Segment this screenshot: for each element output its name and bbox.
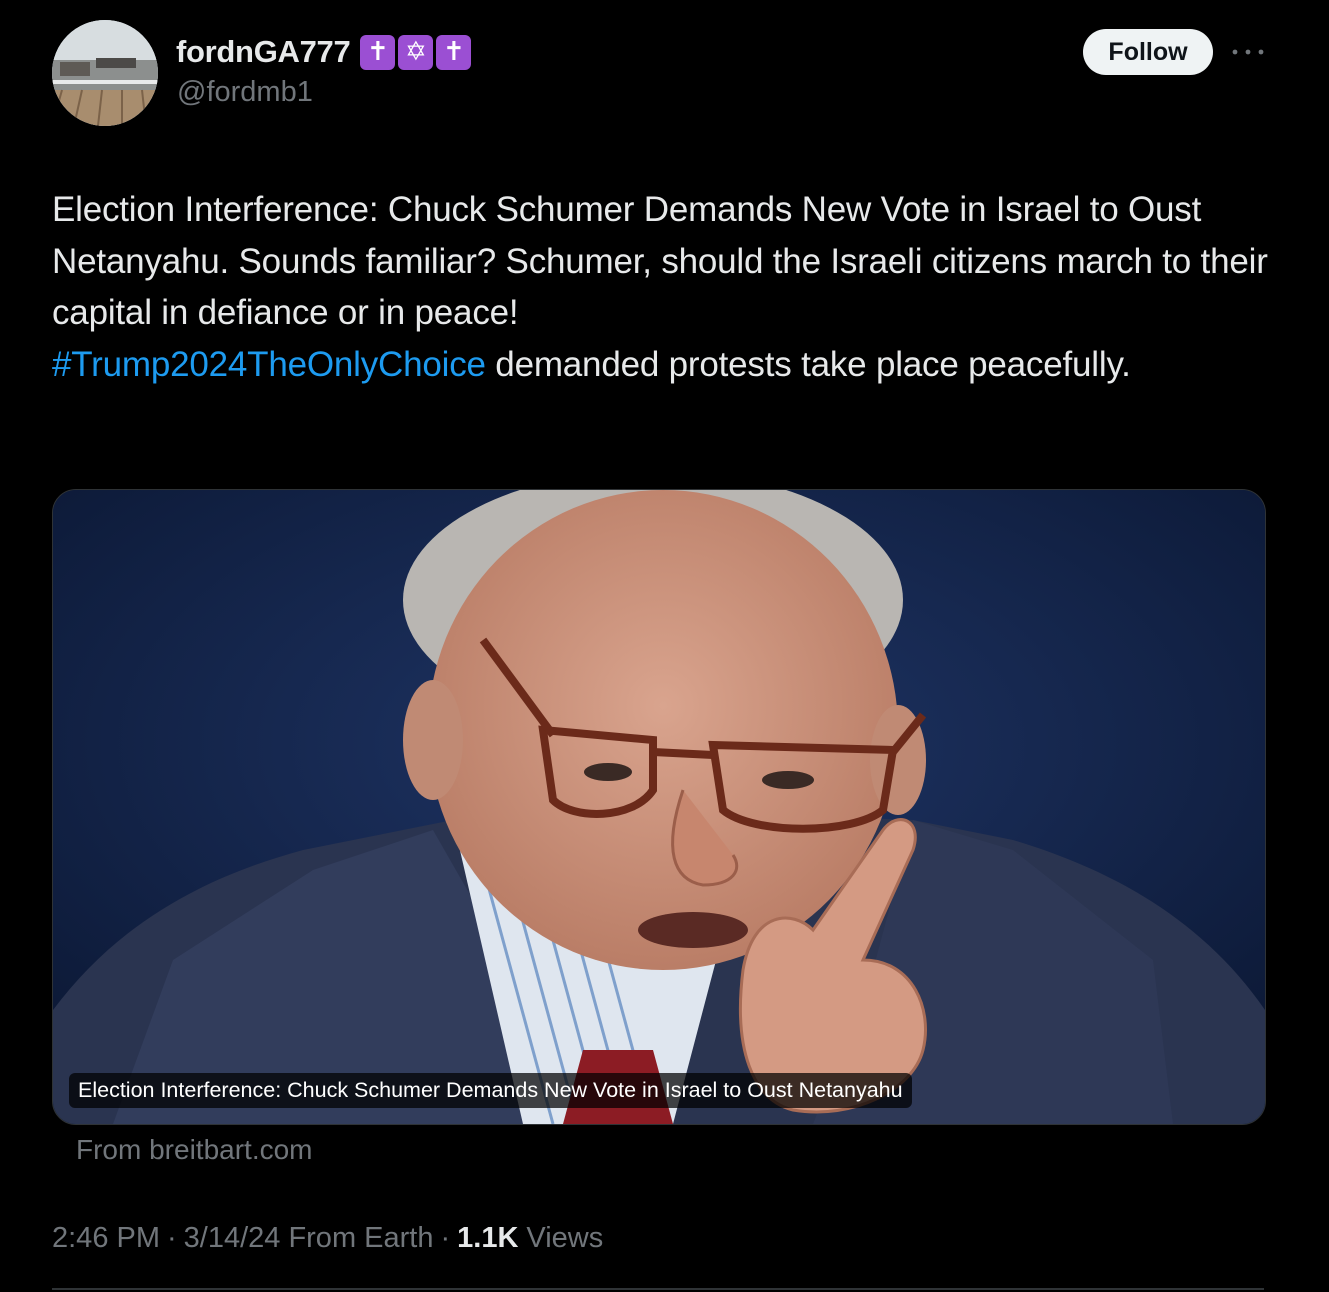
views-label: Views xyxy=(526,1222,604,1254)
meta-separator: · xyxy=(440,1222,451,1254)
views-count: 1.1K xyxy=(457,1222,519,1254)
meta-separator: · xyxy=(167,1222,177,1254)
link-card[interactable]: Election Interference: Chuck Schumer Dem… xyxy=(52,489,1266,1125)
card-caption: Election Interference: Chuck Schumer Dem… xyxy=(69,1073,912,1108)
card-source[interactable]: From breitbart.com xyxy=(76,1134,313,1166)
tweet-time[interactable]: 2:46 PM xyxy=(52,1222,160,1255)
card-photo xyxy=(53,490,1265,1124)
tweet-origin: From Earth xyxy=(288,1222,434,1254)
more-options-button[interactable] xyxy=(1228,38,1268,66)
boat-deck-photo-avatar xyxy=(52,20,158,126)
follow-button[interactable]: Follow xyxy=(1083,29,1213,75)
tweet-text-tail: demanded protests take place peacefully. xyxy=(485,344,1131,384)
display-name[interactable]: fordnGA777 xyxy=(176,34,351,70)
hashtag-link[interactable]: #Trump2024TheOnlyChoice xyxy=(52,345,486,384)
tweet-date[interactable]: 3/14/24 xyxy=(184,1222,281,1255)
ellipsis-horizontal-icon xyxy=(1232,49,1264,55)
tweet-text-body: Election Interference: Chuck Schumer Dem… xyxy=(52,190,1268,332)
author-name-row: fordnGA777 ✝ ✡ ✝ xyxy=(176,30,472,74)
divider xyxy=(52,1288,1264,1290)
tweet-meta: 2:46 PM · 3/14/24 From Earth · 1.1K View… xyxy=(52,1222,603,1255)
tweet-text: Election Interference: Chuck Schumer Dem… xyxy=(52,184,1282,390)
avatar[interactable] xyxy=(52,20,158,126)
latin-cross-icon: ✝ xyxy=(436,34,472,70)
star-of-david-icon: ✡ xyxy=(398,34,434,70)
author-handle[interactable]: @fordmb1 xyxy=(177,76,313,109)
tweet: fordnGA777 ✝ ✡ ✝ @fordmb1 Follow Electio… xyxy=(0,0,1329,1292)
latin-cross-icon: ✝ xyxy=(360,34,396,70)
emoji-badges: ✝ ✡ ✝ xyxy=(360,34,472,70)
